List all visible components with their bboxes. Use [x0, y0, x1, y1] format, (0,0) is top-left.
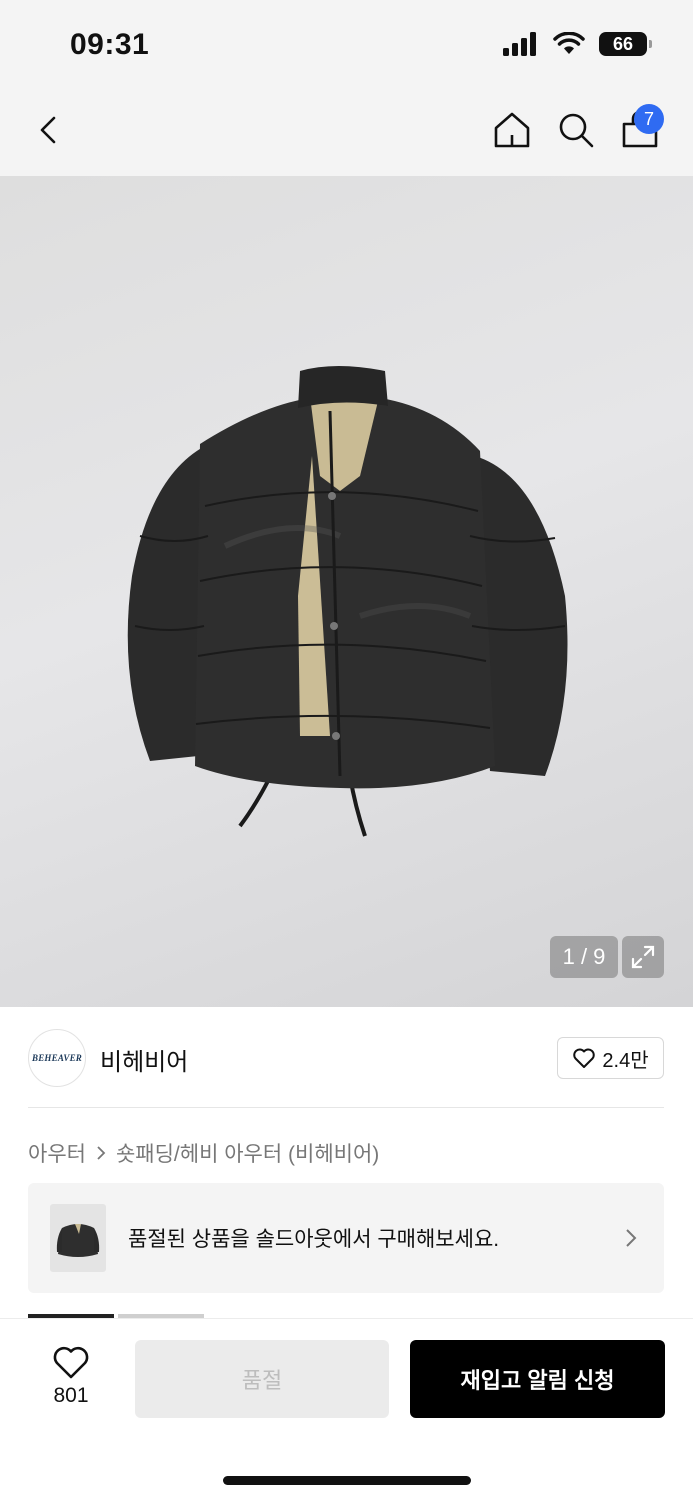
wishlist-count: 801	[53, 1384, 89, 1407]
home-indicator[interactable]	[223, 1476, 471, 1485]
search-icon[interactable]	[554, 108, 598, 152]
wifi-icon	[553, 32, 585, 54]
breadcrumb-category[interactable]: 아우터	[28, 1138, 86, 1168]
chevron-right-icon	[97, 1146, 106, 1160]
restock-alert-button[interactable]: 재입고 알림 신청	[410, 1340, 665, 1418]
brand-name[interactable]: 비헤비어	[100, 1042, 188, 1077]
breadcrumb-subcategory[interactable]: 숏패딩/헤비 아우터 (비헤비어)	[116, 1138, 379, 1168]
status-bar: 09:31 66	[0, 0, 693, 88]
breadcrumb: 아우터 숏패딩/헤비 아우터 (비헤비어)	[28, 1138, 379, 1168]
soldout-thumbnail	[50, 1204, 106, 1272]
expand-icon	[631, 945, 655, 969]
navigation-bar: 7	[0, 88, 693, 176]
product-image[interactable]	[0, 176, 693, 1007]
soldout-button: 품절	[135, 1340, 389, 1418]
signal-icon	[503, 32, 536, 56]
soldout-banner[interactable]: 품절된 상품을 솔드아웃에서 구매해보세요.	[28, 1183, 664, 1293]
back-icon[interactable]	[30, 110, 70, 150]
status-icons: 66	[503, 32, 652, 56]
heart-icon	[573, 1048, 596, 1068]
status-time: 09:31	[70, 28, 150, 61]
brand-like-count: 2.4만	[602, 1049, 649, 1072]
brand-logo-text: BEHEAVER	[32, 1053, 82, 1063]
soldout-banner-text: 품절된 상품을 솔드아웃에서 구매해보세요.	[128, 1228, 500, 1251]
puffer-jacket-image	[127, 366, 568, 837]
image-counter: 1 / 9	[550, 936, 618, 978]
expand-image-button[interactable]	[622, 936, 664, 978]
divider	[28, 1107, 664, 1108]
chevron-right-icon	[626, 1229, 637, 1247]
cart-count-badge: 7	[634, 104, 664, 134]
brand-logo[interactable]: BEHEAVER	[28, 1029, 86, 1087]
brand-like-button[interactable]: 2.4만	[557, 1037, 664, 1079]
home-icon[interactable]	[490, 108, 534, 152]
wishlist-heart-icon[interactable]	[52, 1344, 90, 1380]
battery-indicator: 66	[599, 32, 652, 56]
